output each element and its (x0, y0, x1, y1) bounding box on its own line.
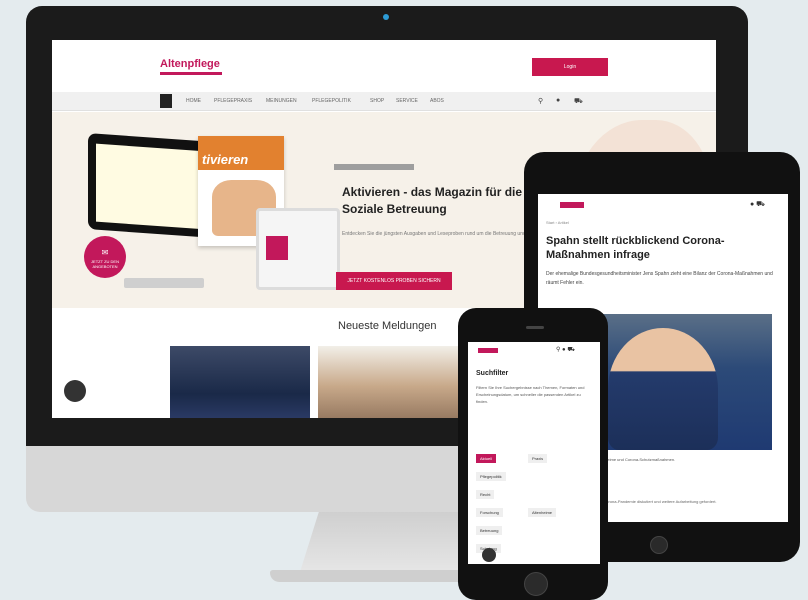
filter-tag[interactable]: Altenheime (528, 508, 557, 517)
article-lead: Der ehemalige Bundesgesundheitsminister … (546, 271, 773, 286)
home-icon[interactable] (160, 94, 172, 108)
hero-title: Aktivieren - das Magazin für die Soziale… (342, 185, 523, 216)
cart-icon[interactable]: ⛟ (574, 97, 583, 106)
filter-tag[interactable]: Recht (476, 490, 495, 499)
news-image-1[interactable] (170, 346, 310, 418)
tablet-user-icon[interactable]: ● ⛟ (750, 200, 765, 209)
phone-menu-icons[interactable]: ⚲ ● ⛟ (556, 346, 575, 354)
chat-icon[interactable] (482, 548, 496, 562)
mini-tablet-cover (266, 236, 288, 260)
article-photo-person (608, 328, 718, 450)
nav-item-pflegepraxis[interactable]: PFLEGEPRAXIS (214, 98, 252, 104)
laptop-base (124, 278, 204, 288)
offer-badge-label: JETZT ZU DEN ANGEBOTEN (91, 259, 119, 269)
filter-tag[interactable]: Praxis (528, 454, 548, 463)
magazine-title: tivieren (202, 152, 249, 167)
filter-tag[interactable]: Aktuell (476, 454, 497, 463)
filter-tag[interactable]: Pflegepolitik (476, 472, 506, 481)
tablet-home-button[interactable] (650, 536, 668, 554)
phone-speaker (526, 326, 544, 329)
camera-icon (383, 14, 389, 20)
nav-item-service[interactable]: SERVICE (396, 98, 418, 104)
hero-text: Entdecken Sie die jüngsten Ausgaben und … (342, 231, 552, 237)
nav-item-home[interactable]: HOME (186, 98, 201, 104)
filter-tag[interactable]: Forschung (476, 508, 503, 517)
tablet-logo[interactable] (560, 202, 584, 208)
user-icon[interactable]: ● (556, 97, 560, 104)
news-heading: Neueste Meldungen (338, 320, 437, 332)
offer-badge[interactable]: ✉ JETZT ZU DEN ANGEBOTEN (84, 236, 126, 278)
news-image-2[interactable] (318, 346, 458, 418)
breadcrumb[interactable]: Start › Artikel (546, 220, 569, 225)
site-logo[interactable]: Altenpflege (160, 58, 220, 70)
search-icon[interactable]: ⚲ (538, 97, 543, 105)
filter-text: Filtern Sie Ihre Suchergebnisse nach The… (476, 385, 585, 404)
nav-item-meinungen[interactable]: MEINUNGEN (266, 98, 297, 104)
phone-home-button[interactable] (524, 572, 548, 596)
hero-cta-button[interactable]: JETZT KOSTENLOS PROBEN SICHERN (336, 272, 452, 290)
nav-item-pflegepolitik[interactable]: PFLEGEPOLITIK (312, 98, 351, 104)
nav-item-abos[interactable]: ABOS (430, 98, 444, 104)
chat-icon[interactable] (64, 380, 86, 402)
article-title: Spahn stellt rückblickend Corona-Maßnahm… (546, 235, 725, 261)
nav-item-shop[interactable]: SHOP (370, 98, 384, 104)
mail-icon: ✉ (101, 248, 109, 257)
phone-logo[interactable] (478, 348, 498, 353)
filter-title: Suchfilter (476, 370, 509, 377)
hero-accent-bar (334, 164, 414, 170)
logo-underline (160, 72, 222, 75)
login-button[interactable]: Login (532, 58, 608, 76)
filter-tag[interactable]: Betreuung (476, 526, 503, 535)
phone-screen: ⚲ ● ⛟ Suchfilter Filtern Sie Ihre Sucher… (468, 342, 600, 564)
